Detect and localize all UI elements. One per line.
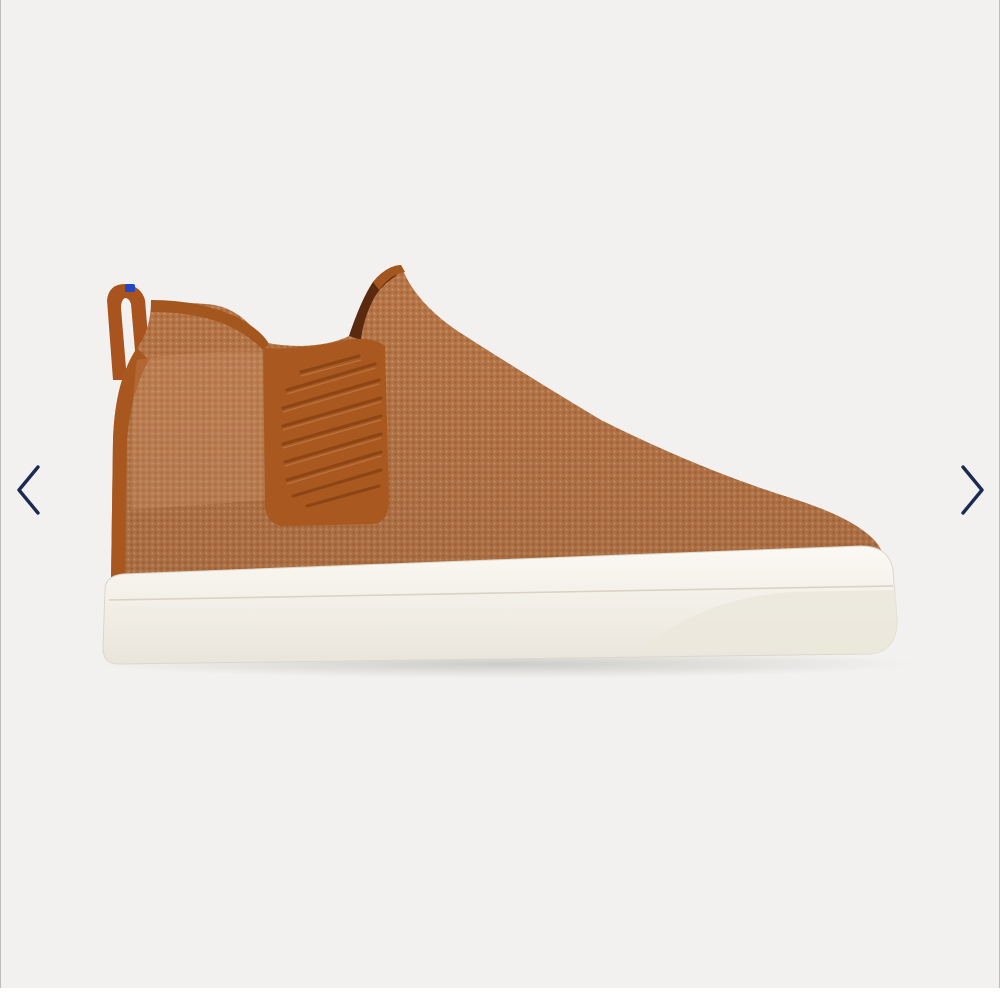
chevron-right-icon — [961, 465, 984, 515]
product-image — [96, 265, 916, 678]
heel-tab-blue-stripe — [125, 284, 135, 292]
product-image-carousel — [0, 0, 1000, 988]
chevron-left-icon — [17, 465, 40, 515]
next-image-button[interactable] — [953, 462, 993, 518]
page-bottom-margin — [0, 988, 1000, 1000]
previous-image-button[interactable] — [8, 462, 48, 518]
